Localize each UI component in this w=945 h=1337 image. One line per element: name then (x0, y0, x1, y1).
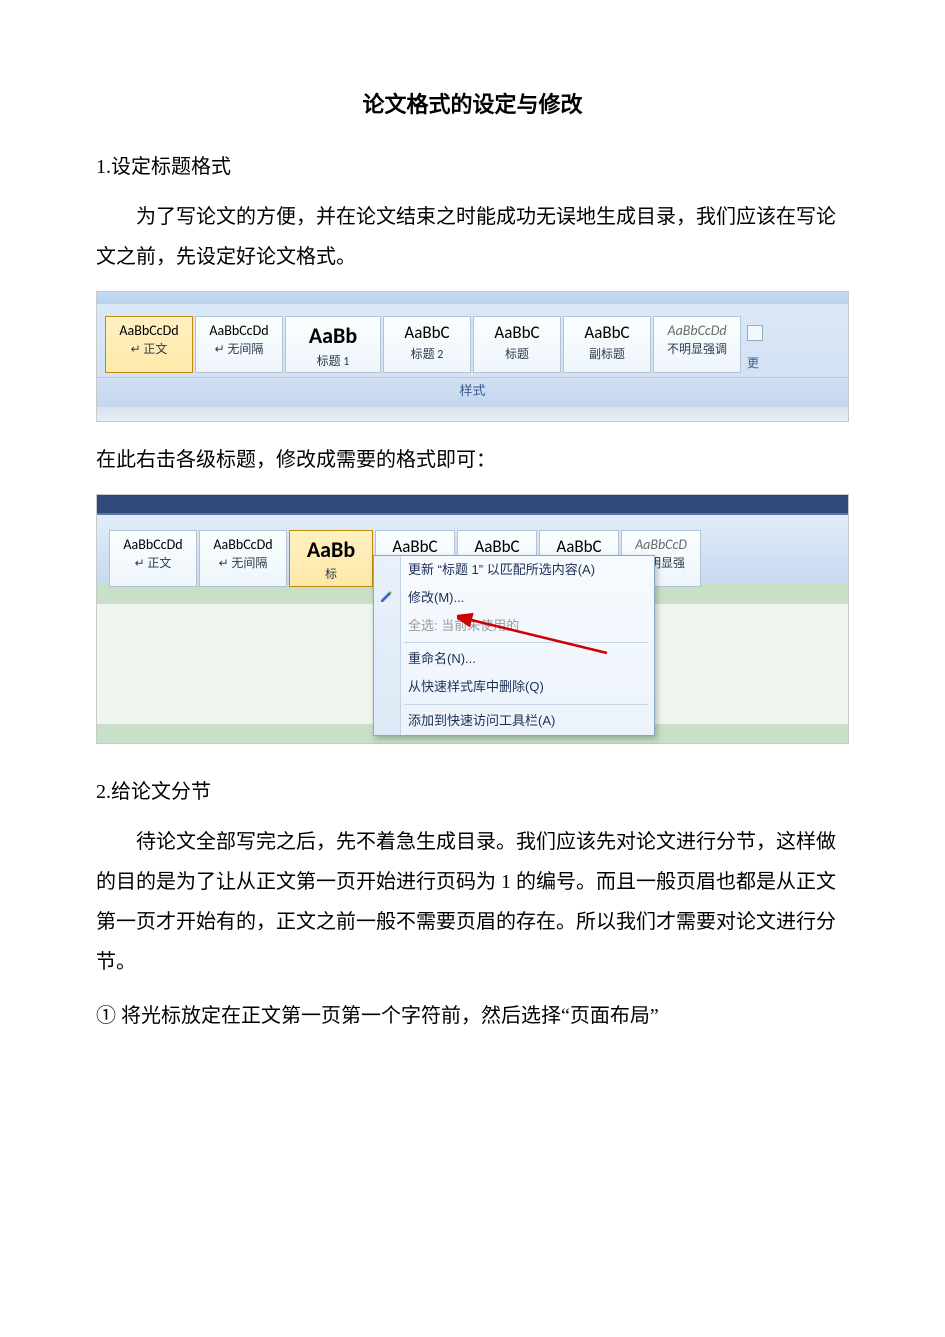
modify-icon (379, 588, 395, 604)
numbered-step-1: ① 将光标放定在正文第一页第一个字符前，然后选择“页面布局” (96, 996, 849, 1036)
style-tile-4[interactable]: AaBbC 标题 (473, 316, 561, 374)
style-gallery: AaBbCcDd↵ 正文AaBbCcDd↵ 无间隔AaBb标题 1AaBbC标题… (97, 310, 848, 378)
ribbon-body: AaBbCcDd↵ 正文AaBbCcDd↵ 无间隔AaBb标题 1AaBbC标题… (97, 304, 848, 407)
style-preview: AaBbC (478, 321, 556, 345)
style-tile-b-1[interactable]: AaBbCcDd↵ 无间隔 (199, 530, 287, 588)
context-menu-separator-2 (404, 704, 648, 705)
style-preview: AaBbCcDd (114, 535, 192, 555)
ctx-addqat-label: 添加到快速访问工具栏(A) (408, 713, 555, 728)
ctx-add-to-qat[interactable]: 添加到快速访问工具栏(A) (374, 707, 654, 735)
ctx-delete-label: 从快速样式库中删除(Q) (408, 679, 544, 694)
section-2-heading: 2.给论文分节 (96, 778, 849, 806)
style-label: 标题 1 (290, 354, 376, 371)
style-preview: AaBbCcDd (658, 321, 736, 341)
word-styles-ribbon-screenshot-1: AaBbCcDd↵ 正文AaBbCcDd↵ 无间隔AaBb标题 1AaBbC标题… (96, 291, 849, 422)
style-tile-3[interactable]: AaBbC 标题 2 (383, 316, 471, 374)
style-preview: AaBbCcDd (110, 321, 188, 341)
style-label: ↵ 正文 (114, 556, 192, 573)
paragraph-2: 在此右击各级标题，修改成需要的格式即可： (96, 440, 849, 480)
style-label: 标题 2 (388, 347, 466, 364)
style-preview: AaBbCcD (626, 535, 696, 555)
ctx-rename[interactable]: 重命名(N)... (374, 645, 654, 673)
paragraph-1: 为了写论文的方便，并在论文结束之时能成功无误地生成目录，我们应该在写论文之前，先… (96, 197, 849, 277)
style-tile-5[interactable]: AaBbC 副标题 (563, 316, 651, 374)
style-preview: AaBbCcDd (200, 321, 278, 341)
style-preview: AaBbCcDd (204, 535, 282, 555)
ctx-update-label: 更新 “标题 1” 以匹配所选内容(A) (408, 562, 595, 577)
ctx-update-to-match-selection[interactable]: 更新 “标题 1” 以匹配所选内容(A) (374, 556, 654, 584)
ctx-modify[interactable]: 修改(M)... (374, 584, 654, 612)
style-label: 标题 (478, 347, 556, 364)
style-preview: AaBbC (388, 321, 466, 345)
dropdown-handle-icon (747, 325, 763, 341)
style-context-menu: 更新 “标题 1” 以匹配所选内容(A) 修改(M)... 全选: 当前未使用的… (373, 555, 655, 736)
section-1-heading: 1.设定标题格式 (96, 153, 849, 181)
window-titlebar-strip (97, 495, 848, 515)
ribbon-top-strip (97, 292, 848, 304)
style-tile-6[interactable]: AaBbCcDd不明显强调 (653, 316, 741, 374)
ribbon-bottom-strip (97, 407, 848, 421)
more-styles-label: 更 (747, 355, 763, 372)
style-preview: AaBb (294, 535, 368, 566)
style-tile-b-0[interactable]: AaBbCcDd↵ 正文 (109, 530, 197, 588)
ctx-select-all-unused: 全选: 当前未使用的 (374, 612, 654, 640)
more-styles-button[interactable]: 更 (743, 316, 765, 374)
style-preview: AaBbC (568, 321, 646, 345)
paragraph-3: 待论文全部写完之后，先不着急生成目录。我们应该先对论文进行分节，这样做的目的是为… (96, 822, 849, 982)
word-styles-ribbon-screenshot-2: AaBbCcDd↵ 正文AaBbCcDd↵ 无间隔AaBb标AaBbCAaBbC… (96, 494, 849, 744)
ctx-remove-from-gallery[interactable]: 从快速样式库中删除(Q) (374, 673, 654, 701)
ribbon-group-caption: 样式 (97, 377, 848, 406)
style-preview: AaBb (290, 321, 376, 352)
document-title: 论文格式的设定与修改 (96, 90, 849, 121)
style-label: 标 (294, 567, 368, 584)
style-tile-0[interactable]: AaBbCcDd↵ 正文 (105, 316, 193, 374)
context-menu-separator (404, 642, 648, 643)
ctx-modify-label: 修改(M)... (408, 590, 464, 605)
style-label: ↵ 无间隔 (204, 556, 282, 573)
document-page: 论文格式的设定与修改 1.设定标题格式 为了写论文的方便，并在论文结束之时能成功… (0, 0, 945, 1110)
style-label: ↵ 无间隔 (200, 342, 278, 359)
style-label: 不明显强调 (658, 342, 736, 359)
style-tile-1[interactable]: AaBbCcDd↵ 无间隔 (195, 316, 283, 374)
style-tile-2[interactable]: AaBb 标题 1 (285, 316, 381, 374)
ctx-select-label: 全选: 当前未使用的 (408, 618, 519, 633)
style-label: 副标题 (568, 347, 646, 364)
style-label: ↵ 正文 (110, 342, 188, 359)
ctx-rename-label: 重命名(N)... (408, 651, 476, 666)
style-tile-b-2[interactable]: AaBb标 (289, 530, 373, 588)
